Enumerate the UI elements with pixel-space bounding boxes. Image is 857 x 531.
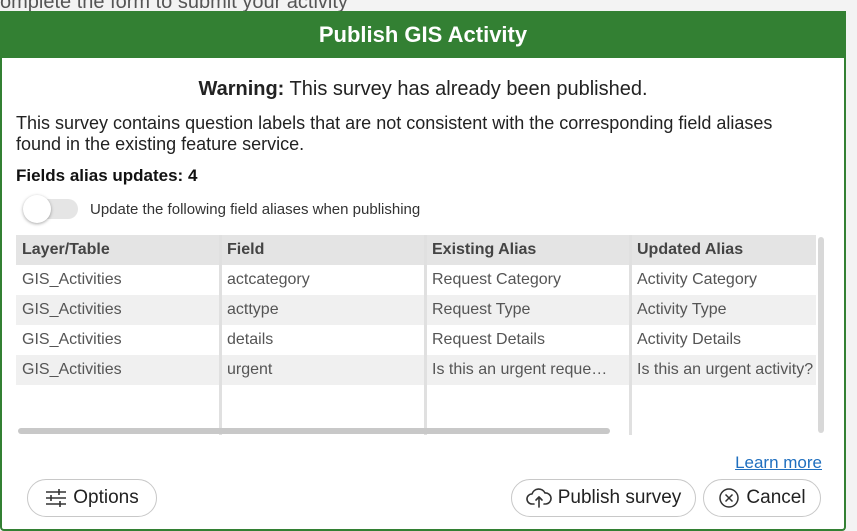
column-divider[interactable] — [424, 235, 427, 435]
cell-existing-alias: Request Category — [432, 271, 561, 288]
cell-existing-alias: Request Type — [432, 301, 531, 318]
update-aliases-row: Update the following field aliases when … — [23, 195, 844, 223]
cell-updated-alias: Is this an urgent activity? — [637, 361, 814, 378]
warning-message: Warning: This survey has already been pu… — [2, 78, 844, 101]
cell-updated-alias: Activity Category — [637, 271, 758, 288]
cloud-upload-icon — [525, 488, 552, 508]
cell-layer: GIS_Activities — [22, 331, 122, 348]
cell-existing-alias: Is this an urgent reque… — [432, 361, 608, 378]
publish-dialog: Publish GIS Activity Warning: This surve… — [0, 11, 846, 531]
column-divider[interactable] — [219, 235, 222, 435]
cell-layer: GIS_Activities — [22, 271, 122, 288]
options-button[interactable]: Options — [27, 479, 157, 517]
cell-field: details — [227, 331, 274, 348]
dialog-title: Publish GIS Activity — [318, 21, 528, 47]
cell-field: urgent — [227, 361, 273, 378]
x-circle-icon — [718, 487, 740, 509]
dialog-title-bar: Publish GIS Activity — [2, 11, 844, 58]
cell-field: actcategory — [227, 271, 310, 288]
cancel-button[interactable]: Cancel — [703, 479, 821, 517]
header-field[interactable]: Field — [221, 235, 426, 265]
publish-survey-label: Publish survey — [557, 487, 682, 508]
header-updated-alias[interactable]: Updated Alias — [631, 235, 816, 265]
options-label: Options — [73, 487, 139, 508]
cell-updated-alias: Activity Details — [637, 331, 742, 348]
table-row[interactable]: GIS_Activities acttype Request Type Acti… — [16, 295, 816, 325]
cell-existing-alias: Request Details — [432, 331, 545, 348]
warning-prefix: Warning: — [198, 78, 285, 100]
vertical-scrollbar[interactable] — [818, 237, 824, 433]
learn-more-link[interactable]: Learn more — [735, 453, 822, 473]
alias-table: Layer/Table Field Existing Alias Updated… — [16, 235, 826, 435]
warning-text: This survey has already been published. — [284, 78, 648, 100]
publish-survey-button[interactable]: Publish survey — [511, 479, 696, 517]
table-row[interactable]: GIS_Activities details Request Details A… — [16, 325, 816, 355]
fields-count-heading: Fields alias updates: 4 — [16, 166, 198, 185]
table-row[interactable]: GIS_Activities urgent Is this an urgent … — [16, 355, 816, 385]
description-text: This survey contains question labels tha… — [16, 113, 773, 154]
header-existing-alias[interactable]: Existing Alias — [426, 235, 631, 265]
horizontal-scrollbar[interactable] — [18, 428, 610, 434]
cell-updated-alias: Activity Type — [637, 301, 727, 318]
table-header: Layer/Table Field Existing Alias Updated… — [16, 235, 816, 265]
toggle-knob — [23, 195, 51, 223]
cell-layer: GIS_Activities — [22, 361, 122, 378]
header-layer-table[interactable]: Layer/Table — [16, 235, 221, 265]
cancel-label: Cancel — [746, 487, 806, 508]
update-aliases-toggle[interactable] — [23, 195, 78, 223]
cell-layer: GIS_Activities — [22, 301, 122, 318]
update-aliases-label: Update the following field aliases when … — [90, 200, 421, 218]
table-row[interactable]: GIS_Activities actcategory Request Categ… — [16, 265, 816, 295]
sliders-icon — [45, 488, 67, 508]
column-divider[interactable] — [629, 235, 632, 435]
cell-field: acttype — [227, 301, 279, 318]
